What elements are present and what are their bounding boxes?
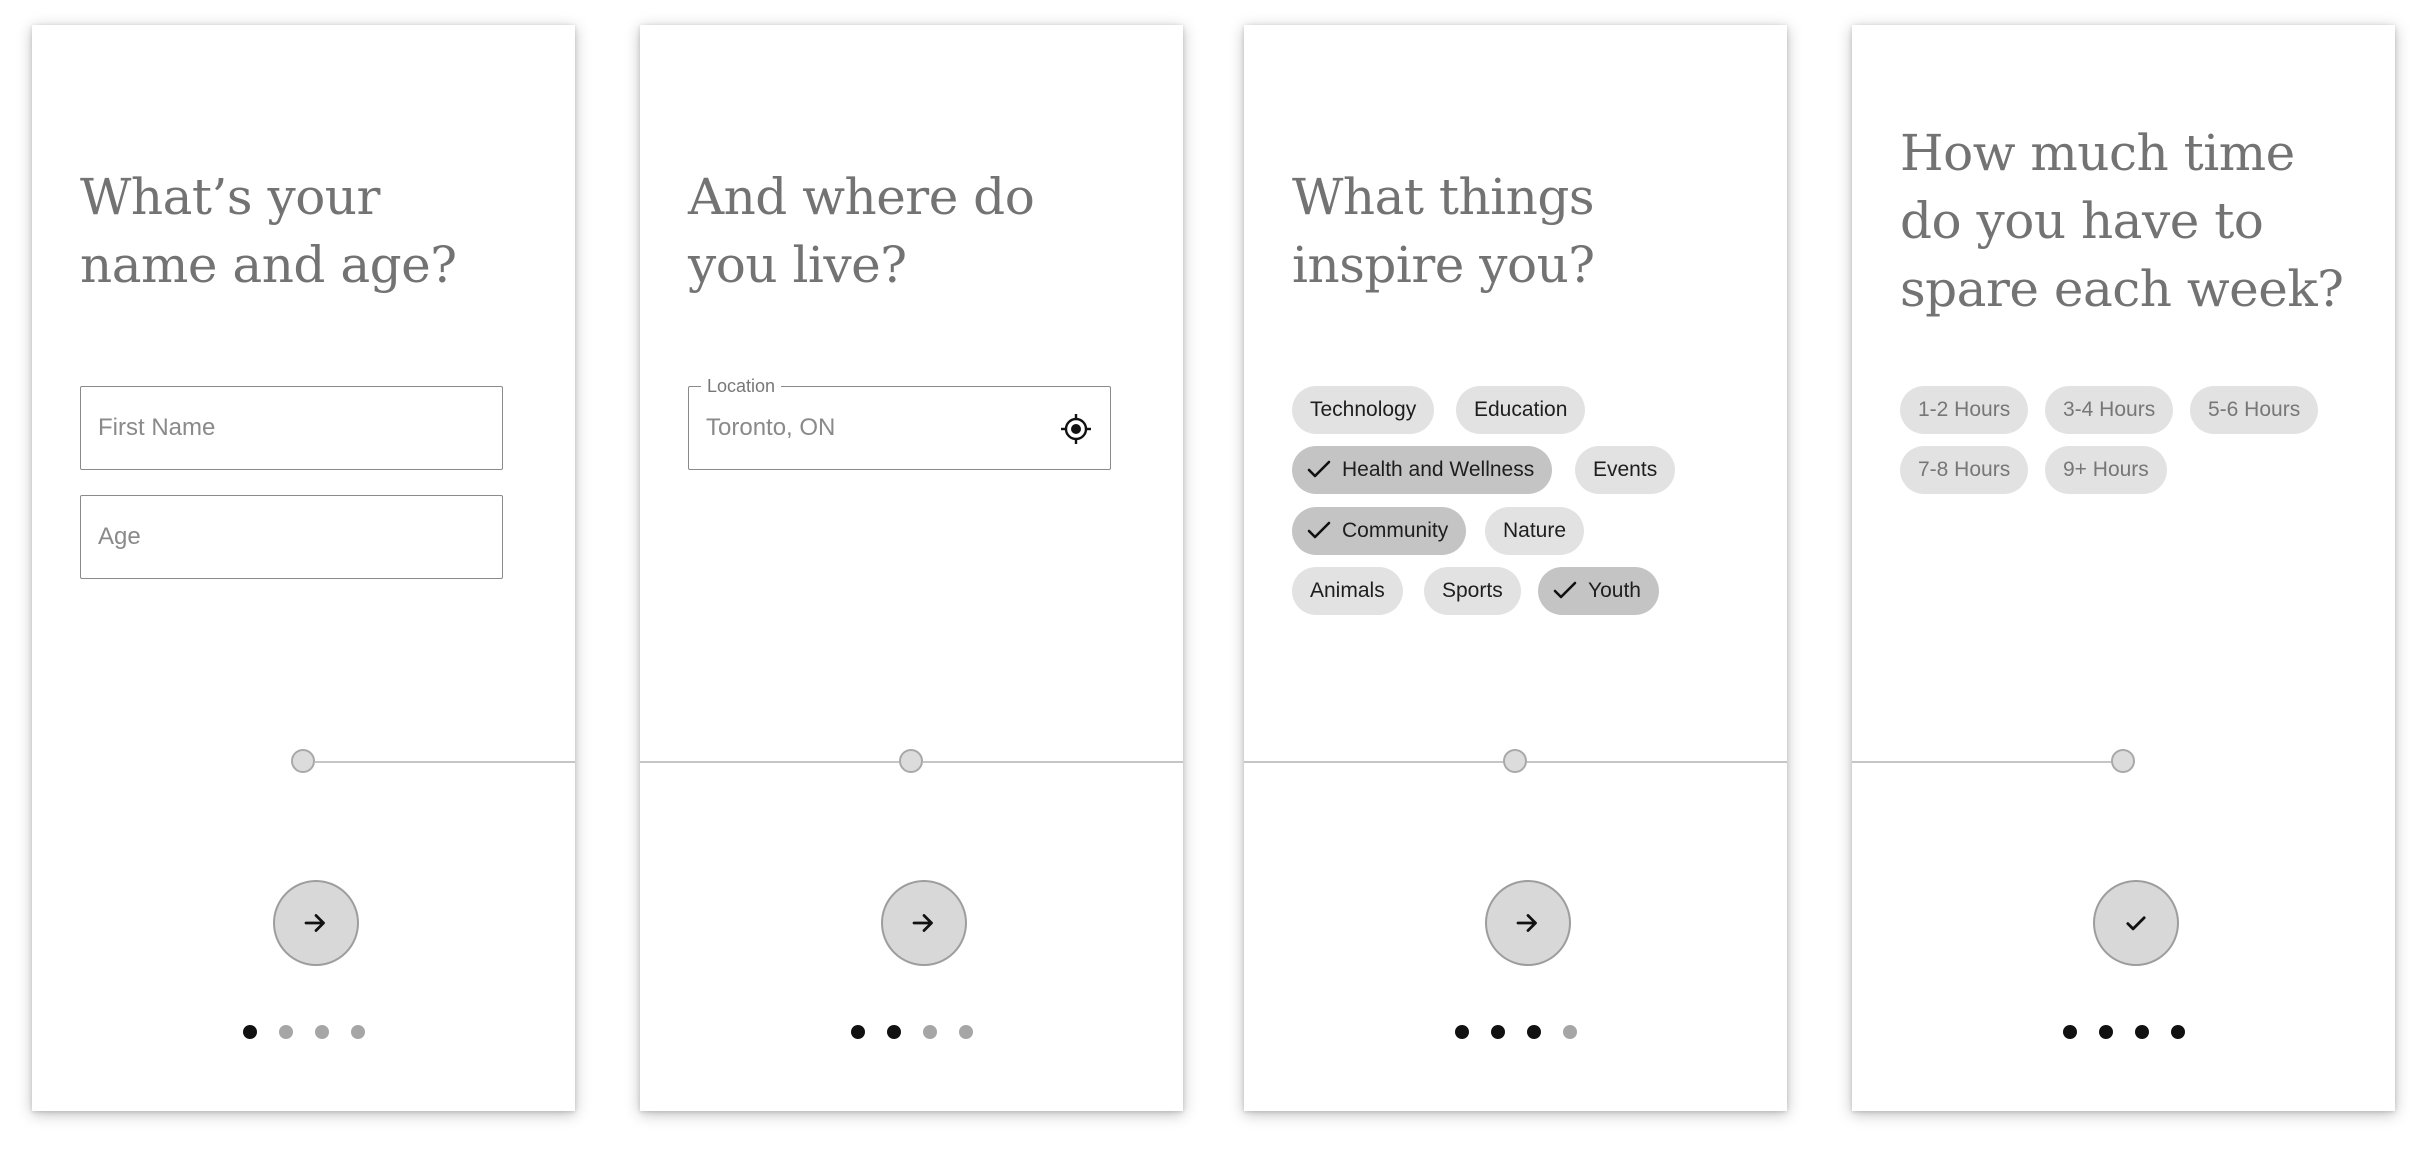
progress-track-left — [1244, 761, 1503, 763]
page-title: What things inspire you? — [1292, 168, 1595, 294]
chip-technology[interactable]: Technology — [1292, 386, 1435, 434]
chip-7-8-hours[interactable]: 7-8 Hours — [1900, 446, 2029, 494]
onboarding-screen-interests: What things inspire you? Technology Educ… — [1244, 25, 1787, 1111]
page-dot-2 — [1491, 1025, 1505, 1039]
progress-knob — [2111, 749, 2135, 773]
onboarding-screen-time: How much time do you have to spare each … — [1852, 25, 2395, 1111]
page-dot-1 — [243, 1025, 257, 1039]
arrow-right-icon — [304, 914, 325, 932]
age-field[interactable]: Age — [80, 495, 503, 579]
progress-track — [1852, 761, 2111, 763]
gps-locate-icon[interactable] — [1060, 413, 1092, 445]
onboarding-screen-location: And where do you live? Location Toronto,… — [640, 25, 1183, 1111]
page-dot-3 — [1527, 1025, 1541, 1039]
chip-3-4-hours[interactable]: 3-4 Hours — [2045, 386, 2174, 434]
chip-1-2-hours[interactable]: 1-2 Hours — [1900, 386, 2029, 434]
page-indicator — [1852, 1025, 2395, 1039]
page-title: What’s your name and age? — [80, 168, 457, 294]
page-dot-3 — [315, 1025, 329, 1039]
chip-education[interactable]: Education — [1456, 386, 1586, 434]
first-name-field[interactable]: First Name — [80, 386, 503, 470]
progress-track-right — [1527, 761, 1787, 763]
page-dot-1 — [1455, 1025, 1469, 1039]
chip-sports[interactable]: Sports — [1424, 567, 1521, 615]
page-dot-4 — [2171, 1025, 2185, 1039]
page-dot-2 — [887, 1025, 901, 1039]
progress-track — [315, 761, 575, 763]
chip-events[interactable]: Events — [1575, 446, 1676, 494]
first-name-placeholder: First Name — [98, 414, 216, 441]
chip-9-plus-hours[interactable]: 9+ Hours — [2045, 446, 2167, 494]
chip-youth[interactable]: Youth — [1538, 567, 1659, 615]
progress-track-left — [640, 761, 899, 763]
progress-track-right — [923, 761, 1183, 763]
check-icon — [1553, 581, 1577, 599]
progress-knob — [1503, 749, 1527, 773]
progress-knob — [291, 749, 315, 773]
chip-health-and-wellness[interactable]: Health and Wellness — [1292, 446, 1553, 494]
finish-button[interactable] — [2093, 880, 2179, 966]
page-dot-1 — [851, 1025, 865, 1039]
page-dot-4 — [959, 1025, 973, 1039]
next-button[interactable] — [273, 880, 359, 966]
page-indicator — [32, 1025, 575, 1039]
location-field[interactable]: Location Toronto, ON — [688, 374, 1111, 470]
page-indicator — [1244, 1025, 1787, 1039]
page-dot-2 — [279, 1025, 293, 1039]
page-dot-1 — [2063, 1025, 2077, 1039]
page-title: How much time do you have to spare each … — [1900, 124, 2344, 318]
chip-nature[interactable]: Nature — [1485, 507, 1585, 555]
page-title: And where do you live? — [688, 168, 1035, 294]
chip-animals[interactable]: Animals — [1292, 567, 1403, 615]
chip-community[interactable]: Community — [1292, 507, 1467, 555]
page-dot-4 — [351, 1025, 365, 1039]
page-dot-3 — [923, 1025, 937, 1039]
onboarding-screen-name-age: What’s your name and age? First Name Age — [32, 25, 575, 1111]
page-indicator — [640, 1025, 1183, 1039]
age-placeholder: Age — [98, 523, 141, 550]
arrow-right-icon — [912, 914, 933, 932]
page-dot-4 — [1563, 1025, 1577, 1039]
chip-5-6-hours[interactable]: 5-6 Hours — [2190, 386, 2319, 434]
page-dot-3 — [2135, 1025, 2149, 1039]
next-button[interactable] — [1485, 880, 1571, 966]
page-dot-2 — [2099, 1025, 2113, 1039]
check-icon — [1307, 521, 1331, 539]
check-icon — [1307, 460, 1331, 478]
progress-knob — [899, 749, 923, 773]
location-value: Toronto, ON — [706, 414, 836, 441]
arrow-right-icon — [1516, 914, 1537, 932]
check-icon — [2126, 916, 2146, 931]
next-button[interactable] — [881, 880, 967, 966]
